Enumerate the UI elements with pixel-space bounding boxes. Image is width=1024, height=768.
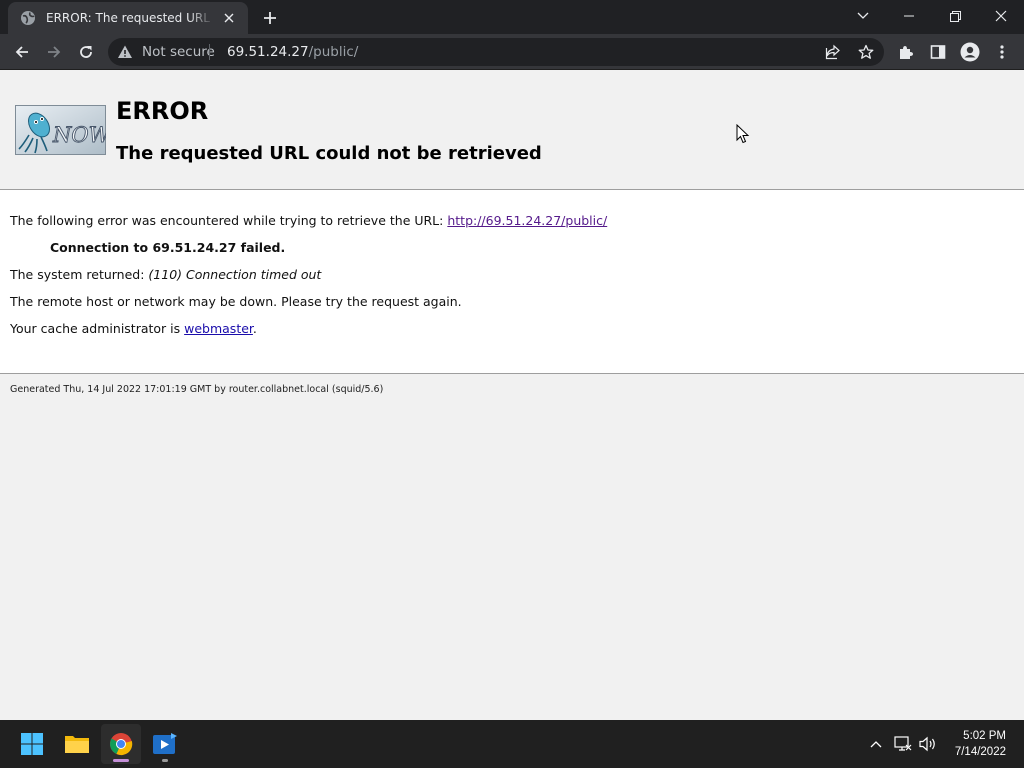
restore-button[interactable] bbox=[932, 0, 978, 32]
new-tab-button[interactable] bbox=[258, 6, 282, 30]
omnibox-divider bbox=[209, 44, 210, 60]
squid-logo: NOW bbox=[15, 105, 113, 155]
system-clock[interactable]: 5:02 PM 7/14/2022 bbox=[955, 728, 1006, 760]
system-returned-value: (110) Connection timed out bbox=[148, 267, 322, 282]
back-button[interactable] bbox=[8, 38, 36, 66]
cache-admin-prefix: Your cache administrator is bbox=[10, 321, 185, 336]
file-explorer-icon[interactable] bbox=[57, 724, 97, 764]
system-returned-label: The system returned: bbox=[10, 267, 149, 282]
active-app-indicator bbox=[113, 759, 129, 762]
windows-taskbar: 5:02 PM 7/14/2022 bbox=[0, 720, 1024, 768]
network-icon[interactable] bbox=[893, 734, 913, 754]
running-app-indicator bbox=[162, 759, 168, 762]
chevron-up-icon[interactable] bbox=[866, 734, 886, 754]
system-returned-line: The system returned: (110) Connection ti… bbox=[10, 267, 321, 282]
tab-search-chevron-icon[interactable] bbox=[840, 0, 886, 32]
remote-host-message: The remote host or network may be down. … bbox=[10, 294, 462, 309]
requested-url-link[interactable]: http://69.51.24.27/public/ bbox=[447, 213, 607, 228]
bookmark-star-icon[interactable] bbox=[856, 42, 876, 62]
webmaster-link[interactable]: webmaster bbox=[184, 321, 253, 336]
page-title: ERROR bbox=[116, 97, 209, 125]
clock-time: 5:02 PM bbox=[963, 730, 1006, 742]
cache-admin-line: Your cache administrator is webmaster. bbox=[10, 321, 257, 336]
cache-admin-suffix: . bbox=[252, 321, 257, 336]
svg-text:NOW: NOW bbox=[52, 123, 106, 147]
media-player-icon[interactable] bbox=[145, 724, 185, 764]
error-details: The following error was encountered whil… bbox=[0, 190, 1024, 374]
globe-icon bbox=[20, 10, 36, 26]
mouse-cursor-icon bbox=[736, 123, 750, 148]
url-path: /public/ bbox=[308, 44, 359, 60]
url-host: 69.51.24.27 bbox=[227, 44, 309, 60]
reload-button[interactable] bbox=[72, 38, 100, 66]
error-intro-line: The following error was encountered whil… bbox=[10, 213, 607, 228]
browser-toolbar: Not secure 69.51.24.27/public/ bbox=[0, 34, 1024, 70]
windows-start-icon[interactable] bbox=[12, 724, 52, 764]
page-subtitle: The requested URL could not be retrieved bbox=[116, 143, 542, 164]
security-label[interactable]: Not secure bbox=[142, 44, 215, 60]
chrome-taskbar-icon[interactable] bbox=[101, 724, 141, 764]
forward-button[interactable] bbox=[40, 38, 68, 66]
volume-icon[interactable] bbox=[918, 734, 938, 754]
error-page: NOW ERROR The requested URL could not be… bbox=[0, 71, 1024, 720]
browser-tab-active[interactable]: ERROR: The requested URL could not be re… bbox=[8, 2, 248, 34]
share-icon[interactable] bbox=[823, 42, 843, 62]
warning-triangle-icon[interactable] bbox=[117, 44, 133, 60]
error-page-header: NOW ERROR The requested URL could not be… bbox=[0, 71, 1024, 190]
generated-footer: Generated Thu, 14 Jul 2022 17:01:19 GMT … bbox=[10, 384, 384, 395]
error-intro-text: The following error was encountered whil… bbox=[10, 213, 448, 228]
browser-tab-strip: ERROR: The requested URL could not be re… bbox=[0, 0, 1024, 34]
url-text[interactable]: 69.51.24.27/public/ bbox=[227, 44, 358, 60]
extensions-puzzle-icon[interactable] bbox=[892, 38, 920, 66]
minimize-button[interactable] bbox=[886, 0, 932, 32]
tab-close-icon[interactable] bbox=[220, 9, 238, 27]
side-panel-icon[interactable] bbox=[924, 38, 952, 66]
browser-menu-icon[interactable] bbox=[988, 38, 1016, 66]
address-bar[interactable]: Not secure 69.51.24.27/public/ bbox=[108, 38, 884, 66]
tab-title: ERROR: The requested URL could not be re… bbox=[46, 11, 214, 25]
profile-avatar-icon[interactable] bbox=[956, 38, 984, 66]
connection-failed-text: Connection to 69.51.24.27 failed. bbox=[50, 240, 286, 255]
clock-date: 7/14/2022 bbox=[954, 746, 1006, 758]
close-window-button[interactable] bbox=[978, 0, 1024, 32]
